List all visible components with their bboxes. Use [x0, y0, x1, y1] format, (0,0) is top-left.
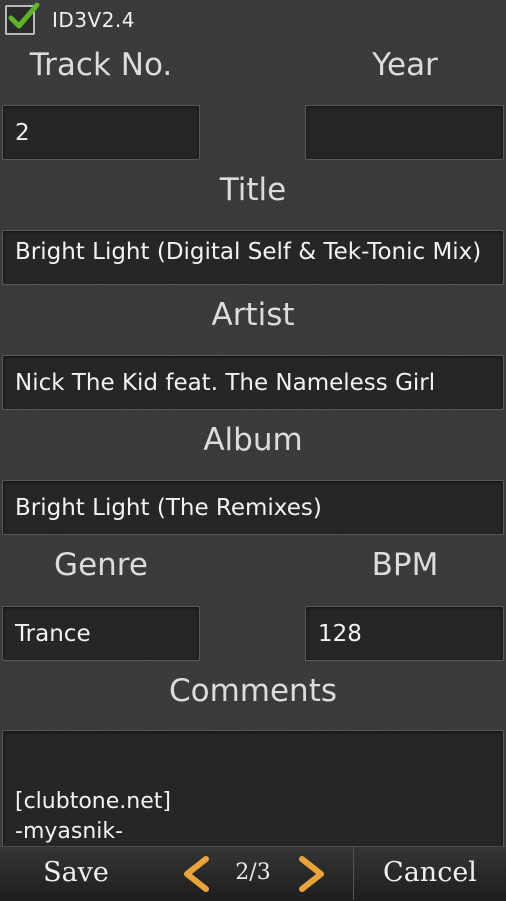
- album-label: Album: [203, 422, 303, 458]
- bpm-label: BPM: [371, 547, 439, 583]
- artist-label: Artist: [211, 297, 295, 333]
- artist-value: Nick The Kid feat. The Nameless Girl: [15, 370, 436, 396]
- track-number-value: 2: [15, 120, 30, 146]
- track-number-input[interactable]: 2: [2, 105, 200, 160]
- artist-input[interactable]: Nick The Kid feat. The Nameless Girl: [2, 355, 504, 410]
- save-button[interactable]: Save: [0, 846, 152, 900]
- checkmark-icon: [8, 2, 40, 29]
- next-page-arrow-icon[interactable]: [294, 854, 330, 894]
- track-number-label: Track No.: [29, 47, 173, 83]
- tag-version-label: ID3V2.4: [52, 8, 136, 32]
- album-input[interactable]: Bright Light (The Remixes): [2, 480, 504, 535]
- year-label: Year: [372, 47, 438, 83]
- comments-line: [clubtone.net]: [15, 789, 171, 814]
- bpm-input[interactable]: 128: [305, 606, 504, 661]
- title-input[interactable]: Bright Light (Digital Self & Tek-Tonic M…: [2, 230, 504, 285]
- cancel-button[interactable]: Cancel: [354, 846, 506, 900]
- previous-page-arrow-icon[interactable]: [178, 854, 214, 894]
- title-value: Bright Light (Digital Self & Tek-Tonic M…: [15, 239, 482, 265]
- year-input[interactable]: [305, 105, 504, 160]
- title-label: Title: [219, 172, 287, 208]
- tag-version-checkbox[interactable]: [5, 2, 40, 35]
- genre-value: Trance: [15, 621, 91, 647]
- page-indicator: 2/3: [235, 860, 271, 885]
- genre-input[interactable]: Trance: [2, 606, 200, 661]
- album-value: Bright Light (The Remixes): [15, 495, 322, 521]
- comments-line: -myasnik-: [15, 819, 124, 844]
- genre-label: Genre: [54, 547, 148, 583]
- comments-label: Comments: [168, 673, 338, 709]
- bpm-value: 128: [318, 621, 362, 647]
